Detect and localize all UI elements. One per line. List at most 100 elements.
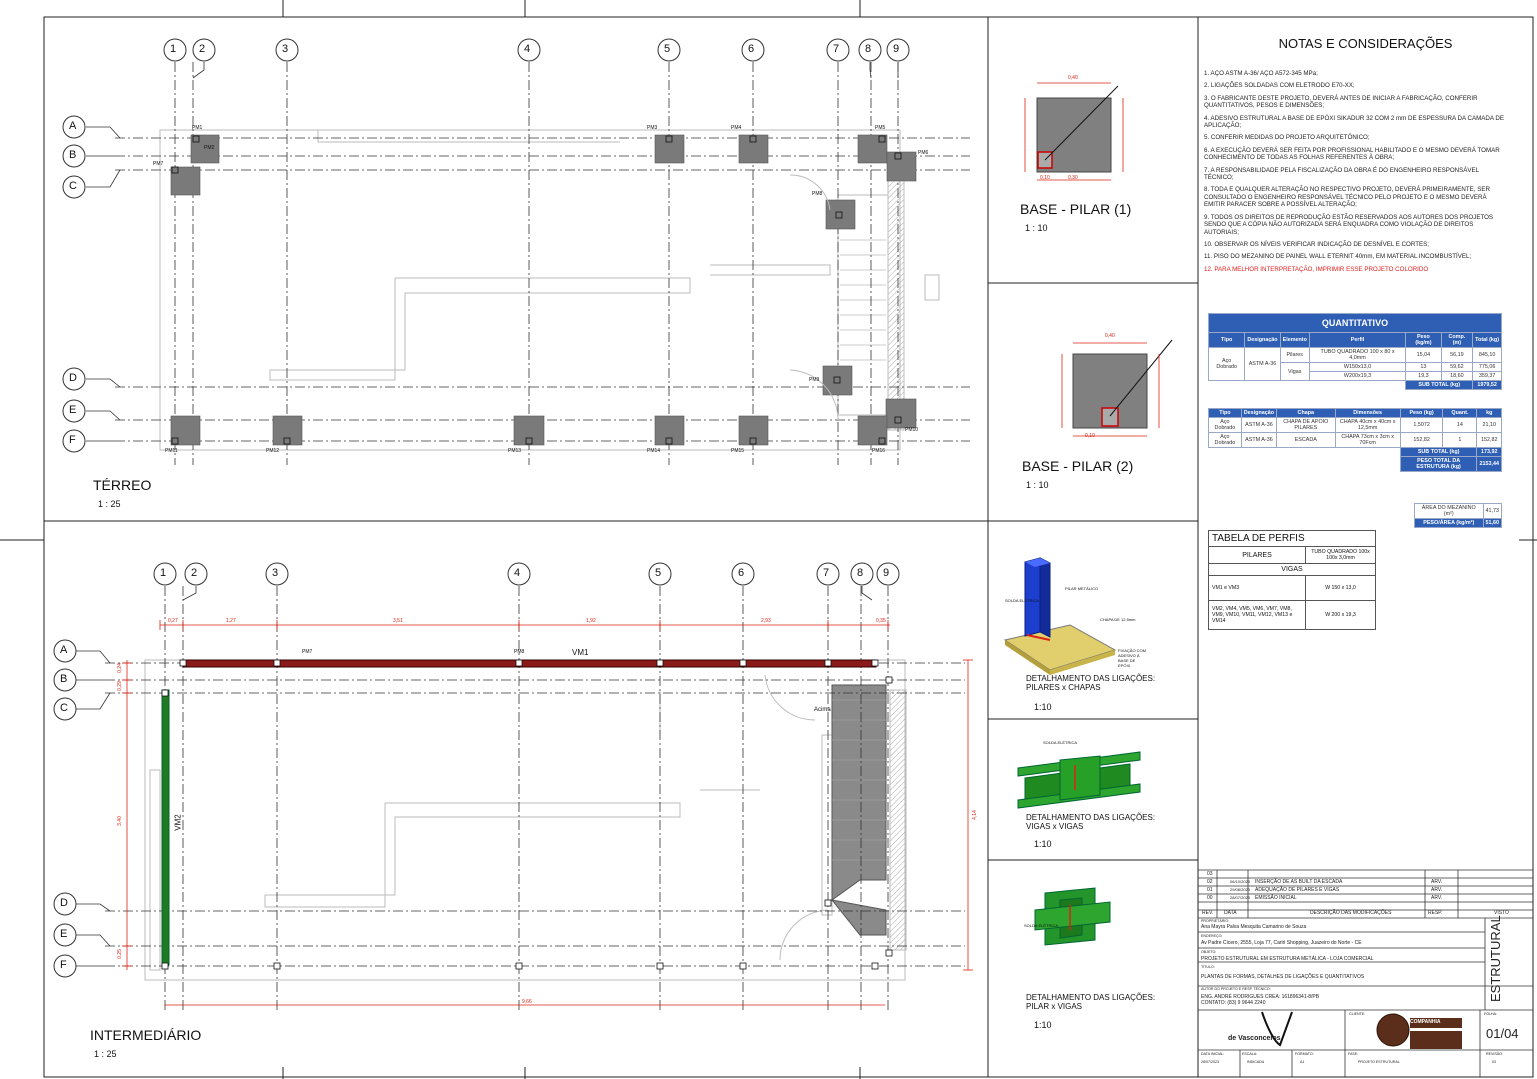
cell: Aço Dobrado (1207, 347, 1246, 381)
iso-label-solda: SOLDA ELÉTRICA (1024, 923, 1059, 928)
cell: 19,3 (1405, 371, 1442, 381)
field-label: FASE: (1348, 1052, 1359, 1056)
iso-label-solda: SOLDA ELÉTRICA (1043, 740, 1078, 745)
terreo-scale: 1 : 25 (98, 499, 121, 509)
stair-acima-label: Acima (814, 707, 831, 713)
cell: ESCADA (1276, 432, 1336, 448)
field-label: FORMATO: (1295, 1052, 1314, 1056)
cell: Aço Dobrado (1208, 417, 1242, 433)
rev-desc: INSERÇÃO DE AS BUILT DA ESCADA (1255, 879, 1343, 885)
dim-label: 0,30 (1068, 175, 1078, 181)
note-item-red: 12. PARA MELHOR INTERPRETAÇÃO, IMPRIMIR … (1204, 265, 1429, 273)
pm-label: PM7 (153, 161, 164, 167)
cell: VM1 e VM3 (1208, 575, 1306, 601)
detail-2-scale: 1:10 (1034, 839, 1052, 849)
pm-label: PM8 (812, 191, 823, 197)
axis-label-4: 4 (514, 567, 521, 579)
detail-2-title-a: DETALHAMENTO DAS LIGAÇÕES: (1026, 813, 1156, 822)
logo-text: de Vasconcelos (1228, 1035, 1281, 1042)
col-header: Total (kg) (1472, 332, 1502, 348)
note-item: 10. OBSERVAR OS NÍVEIS VERIFICAR INDICAÇ… (1204, 240, 1429, 248)
cell: 15,04 (1405, 347, 1442, 363)
cell: 152,82 (1476, 432, 1502, 448)
field-label: ESCALA: (1242, 1052, 1258, 1056)
axis-label-a: A (69, 120, 77, 132)
cell: W 200 x 19,3 (1305, 600, 1376, 630)
pm-label: PM12 (266, 448, 280, 454)
rev-header: REV. (1202, 910, 1214, 916)
base-pilar-1-title: BASE - PILAR (1) (1020, 201, 1132, 217)
title-block: 03 02 06/10/2023 INSERÇÃO DE AS BUILT DA… (1198, 870, 1533, 1077)
col-header: Perfil (1308, 332, 1407, 348)
rev-number: 01 (1207, 887, 1213, 893)
cell: VM2, VM4, VM5, VM6, VM7, VM8, VM9, VM10,… (1208, 600, 1306, 630)
axis-label-c: C (60, 702, 68, 714)
col-header: Peso (kg) (1399, 408, 1444, 418)
pm-label: PM6 (918, 150, 929, 156)
cell: 13 (1405, 362, 1442, 372)
axis-label-c: C (69, 180, 77, 192)
pm-label: PM15 (731, 448, 745, 454)
cell: PILARES (1208, 546, 1306, 564)
perfis-title: TABELA DE PERFIS (1208, 530, 1376, 547)
axis-label-9: 9 (893, 43, 900, 55)
endereco: Av Padre Cícero, 2555, Loja 77, Cariri S… (1201, 940, 1362, 946)
axis-label-2: 2 (199, 43, 206, 55)
folha-value: 01/04 (1486, 1026, 1519, 1041)
intermediario-title: INTERMEDIÁRIO (90, 1027, 202, 1043)
dim-label: 2,93 (761, 618, 771, 624)
cell: 359,37 (1472, 371, 1502, 381)
axis-label-a: A (60, 644, 68, 656)
rev-header: DATA (1224, 910, 1237, 916)
cell: 1,5072 (1399, 417, 1444, 433)
cell: Vigas (1279, 362, 1310, 381)
note-item: 2. LIGAÇÕES SOLDADAS COM ELETRODO E70-XX… (1204, 82, 1355, 90)
pm-label: PM3 (647, 125, 658, 131)
field-label: PROPRIETÁRIO: (1201, 919, 1230, 923)
axis-label-4: 4 (524, 43, 531, 55)
rev-date: 29/08/2023 (1230, 887, 1251, 892)
field-label: ENDEREÇO: (1201, 934, 1223, 938)
dim-label: 0,29 (116, 681, 123, 691)
dim-label: 0,35 (876, 618, 886, 624)
cell: TUBO QUADRADO 100x 100x 3,0mm (1305, 546, 1376, 564)
cell: 14 (1442, 417, 1478, 433)
rev-resp: ARV. (1431, 895, 1443, 901)
revisao: 03 (1492, 1060, 1496, 1064)
axis-label-2: 2 (191, 567, 198, 579)
dim-label: 0,25 (116, 949, 123, 959)
detail-3-title-b: PILAR x VIGAS (1026, 1002, 1083, 1011)
beam-label-vm2: VM2 (173, 814, 183, 831)
terreo-title: TÉRREO (93, 477, 152, 493)
note-item: 4. ADESIVO ESTRUTURAL A BASE DE EPÓXI SI… (1204, 114, 1504, 130)
rev-header: RESP. (1428, 910, 1443, 916)
escala: INDICADA (1247, 1060, 1265, 1064)
col-header: Dimensões (1334, 408, 1401, 418)
area-label: ÁREA DO MEZANINO (m²) (1414, 503, 1484, 519)
field-label: AUTOR DO PROJETO E RESP. TÉCNICO: (1201, 987, 1271, 991)
pm-label: PM7 (302, 649, 313, 655)
cell: ASTM A-36 (1240, 432, 1278, 448)
rev-number: 03 (1207, 871, 1213, 877)
pm-label: PM5 (875, 125, 886, 131)
col-header: Peso (kg/m) (1405, 332, 1442, 348)
iso-label-pilar: PILAR METÁLICO (1065, 586, 1099, 591)
detail-2-title-b: VIGAS x VIGAS (1026, 822, 1084, 831)
axis-label-d: D (60, 897, 68, 909)
area-table: ÁREA DO MEZANINO (m²) 41,73 PESO/ÁREA (k… (1414, 503, 1502, 528)
contato: CONTATO: (83) 9 9644 2240 (1201, 1000, 1266, 1006)
subtotal-value: 173,92 (1476, 447, 1502, 457)
dim-label: 9,66 (522, 999, 532, 1005)
field-label: REVISÃO: (1486, 1052, 1503, 1056)
axis-label-8: 8 (865, 43, 872, 55)
subtotal-value: 1979,52 (1472, 380, 1502, 390)
cell: CHAPA 40cm x 40cm x 12,5mm (1334, 417, 1401, 433)
titulo: PLANTAS DE FORMAS, DETALHES DE LIGAÇÕES … (1201, 974, 1365, 980)
dim-label: 1,27 (226, 618, 236, 624)
pm-label: PM9 (809, 377, 820, 383)
base-pilar-2-scale: 1 : 10 (1026, 480, 1049, 490)
intermediario-scale: 1 : 25 (94, 1049, 117, 1059)
dim-label: 0,40 (1068, 75, 1078, 81)
pm-label: PM8 (514, 649, 525, 655)
peso-total-value: 2153,44 (1476, 456, 1502, 472)
